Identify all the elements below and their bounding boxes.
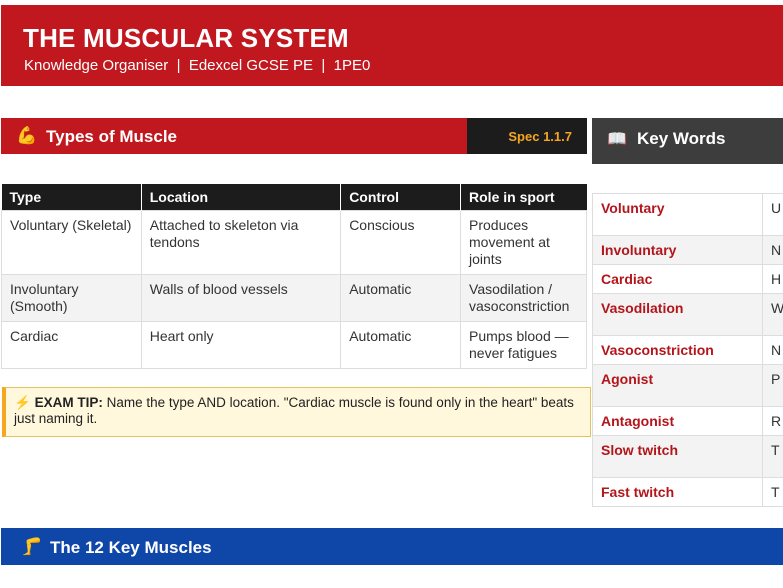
spec-badge: Spec 1.1.7	[467, 118, 587, 154]
table-header-row: Type Location Control Role in sport	[1, 184, 587, 211]
key-word-term: Vasoconstriction	[592, 335, 763, 365]
key-word-row: Vasodilation W fl	[592, 293, 783, 336]
column-header-control: Control	[340, 184, 461, 211]
key-word-definition: T e	[762, 435, 783, 478]
key-word-row: Agonist P m	[592, 364, 783, 407]
key-word-definition: U s	[762, 193, 783, 236]
key-word-row: Cardiac H	[592, 264, 783, 294]
key-word-definition: W fl	[762, 293, 783, 336]
key-word-definition: P m	[762, 364, 783, 407]
table-row: Involuntary (Smooth) Walls of blood vess…	[1, 274, 587, 322]
key-word-term: Antagonist	[592, 406, 763, 436]
key-word-definition: T	[762, 477, 783, 507]
column-header-type: Type	[1, 184, 142, 211]
key-word-term: Cardiac	[592, 264, 763, 294]
table-cell: Involuntary (Smooth)	[1, 274, 142, 322]
types-of-muscle-title: Types of Muscle	[46, 127, 177, 146]
table-cell: Produces movement at joints	[460, 210, 587, 275]
table-cell: Conscious	[340, 210, 462, 275]
key-words-table: Voluntary U s Involuntary N Cardiac H Va…	[592, 193, 783, 507]
key-word-row: Slow twitch T e	[592, 435, 783, 478]
page-title: THE MUSCULAR SYSTEM	[23, 23, 349, 53]
table-cell: Vasodilation / vasoconstriction	[460, 274, 587, 322]
key-word-term: Agonist	[592, 364, 763, 407]
key-word-term: Fast twitch	[592, 477, 763, 507]
key-word-row: Vasoconstriction N	[592, 335, 783, 365]
key-word-term: Slow twitch	[592, 435, 763, 478]
column-header-location: Location	[140, 184, 341, 211]
leg-icon: 🦵	[21, 537, 43, 556]
book-icon: 📖	[607, 131, 627, 148]
exam-tip-box: ⚡ EXAM TIP: Name the type AND location. …	[2, 387, 591, 437]
lightning-icon: ⚡	[14, 395, 31, 410]
table-row: Voluntary (Skeletal) Attached to skeleto…	[1, 210, 587, 275]
muscle-types-table: Type Location Control Role in sport Volu…	[1, 184, 587, 369]
key-word-row: Involuntary N	[592, 235, 783, 265]
key-word-row: Fast twitch T	[592, 477, 783, 507]
column-header-role: Role in sport	[460, 184, 587, 211]
key-word-definition: R	[762, 406, 783, 436]
key-word-row: Antagonist R	[592, 406, 783, 436]
table-cell: Heart only	[140, 321, 342, 369]
table-cell: Voluntary (Skeletal)	[1, 210, 142, 275]
key-word-term: Voluntary	[592, 193, 763, 236]
spec-label: Spec 1.1.7	[508, 129, 572, 144]
header-banner: THE MUSCULAR SYSTEM Knowledge Organiser …	[1, 5, 783, 86]
table-cell: Automatic	[340, 274, 462, 322]
key-word-definition: H	[762, 264, 783, 294]
key-word-definition: N	[762, 235, 783, 265]
table-cell: Walls of blood vessels	[140, 274, 342, 322]
page-subtitle: Knowledge Organiser | Edexcel GCSE PE | …	[24, 57, 371, 74]
types-of-muscle-header: 💪 Types of Muscle	[1, 118, 467, 154]
key-muscles-header: 🦵 The 12 Key Muscles	[1, 528, 783, 565]
key-word-row: Voluntary U s	[592, 193, 783, 236]
table-cell: Attached to skeleton via tendons	[140, 210, 342, 275]
key-muscles-title: The 12 Key Muscles	[50, 538, 212, 557]
flexed-bicep-icon: 💪	[16, 126, 38, 145]
table-row: Cardiac Heart only Automatic Pumps blood…	[1, 321, 587, 369]
key-words-header: 📖 Key Words	[592, 118, 783, 164]
table-cell: Cardiac	[1, 321, 142, 369]
key-word-term: Vasodilation	[592, 293, 763, 336]
table-cell: Automatic	[340, 321, 462, 369]
key-word-term: Involuntary	[592, 235, 763, 265]
key-words-title: Key Words	[637, 129, 726, 148]
exam-tip-label: EXAM TIP:	[34, 395, 103, 410]
key-word-definition: N	[762, 335, 783, 365]
table-cell: Pumps blood — never fatigues	[460, 321, 587, 369]
